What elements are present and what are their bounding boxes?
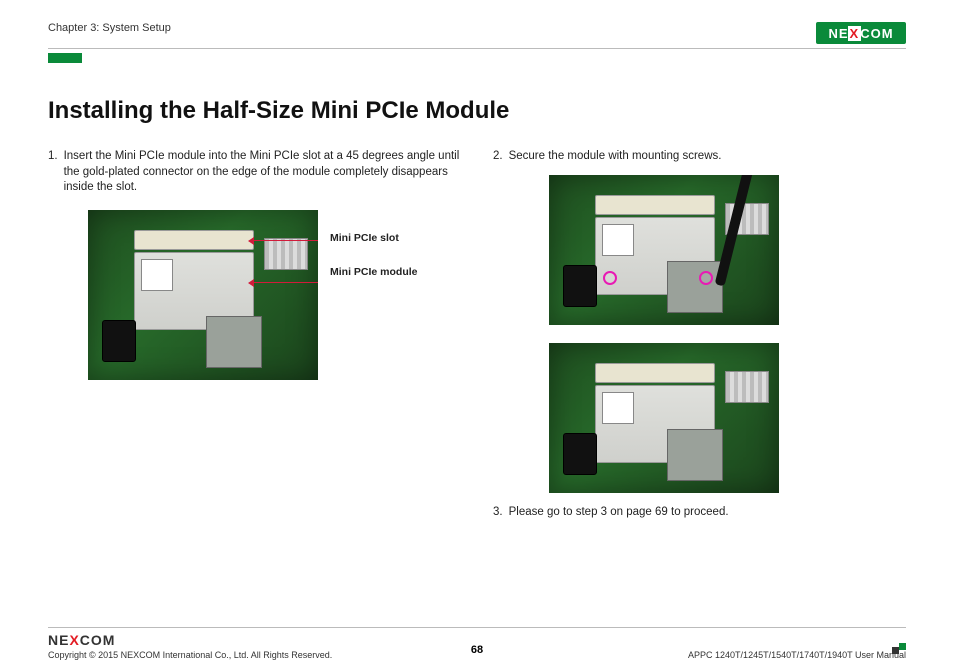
step-2: 2. Secure the module with mounting screw… — [493, 149, 906, 165]
page-number: 68 — [471, 644, 483, 656]
footer-logo-left: NE — [48, 632, 69, 648]
step-1-text: Insert the Mini PCIe module into the Min… — [64, 149, 461, 196]
footer-logo: NEXCOM — [48, 632, 332, 648]
callout-module: Mini PCIe module — [330, 266, 420, 278]
logo-part-right: COM — [860, 26, 893, 41]
figure-1-callouts: Mini PCIe slot Mini PCIe module — [330, 232, 420, 278]
left-column: 1. Insert the Mini PCIe module into the … — [48, 149, 461, 530]
chapter-label: Chapter 3: System Setup — [48, 22, 171, 34]
footer-logo-right: COM — [80, 632, 116, 648]
step-2-text: Secure the module with mounting screws. — [509, 149, 722, 165]
step-1-number: 1. — [48, 149, 58, 196]
step-2-number: 2. — [493, 149, 503, 165]
figure-3 — [549, 343, 906, 493]
right-column: 2. Secure the module with mounting screw… — [493, 149, 906, 530]
board-photo-3 — [549, 343, 779, 493]
logo-part-left: NE — [828, 26, 848, 41]
board-photo-2 — [549, 175, 779, 325]
step-3-number: 3. — [493, 505, 503, 521]
step-3-text: Please go to step 3 on page 69 to procee… — [509, 505, 729, 521]
step-3: 3. Please go to step 3 on page 69 to pro… — [493, 505, 906, 521]
copyright-text: Copyright © 2015 NEXCOM International Co… — [48, 650, 332, 660]
manual-reference: APPC 1240T/1245T/1540T/1740T/1940T User … — [688, 650, 906, 660]
content-columns: 1. Insert the Mini PCIe module into the … — [48, 149, 906, 530]
callout-slot: Mini PCIe slot — [330, 232, 420, 244]
board-photo-1 — [88, 210, 318, 380]
page-header: Chapter 3: System Setup NEXCOM — [48, 22, 906, 49]
footer-logo-x: X — [69, 632, 79, 648]
brand-logo: NEXCOM — [816, 22, 906, 44]
page-title: Installing the Half-Size Mini PCIe Modul… — [48, 97, 906, 125]
page-footer: NEXCOM Copyright © 2015 NEXCOM Internati… — [48, 627, 906, 660]
figure-1: Mini PCIe slot Mini PCIe module — [88, 210, 461, 380]
header-accent-bar — [48, 53, 82, 63]
step-1: 1. Insert the Mini PCIe module into the … — [48, 149, 461, 196]
figure-2 — [549, 175, 906, 325]
footer-left: NEXCOM Copyright © 2015 NEXCOM Internati… — [48, 632, 332, 660]
